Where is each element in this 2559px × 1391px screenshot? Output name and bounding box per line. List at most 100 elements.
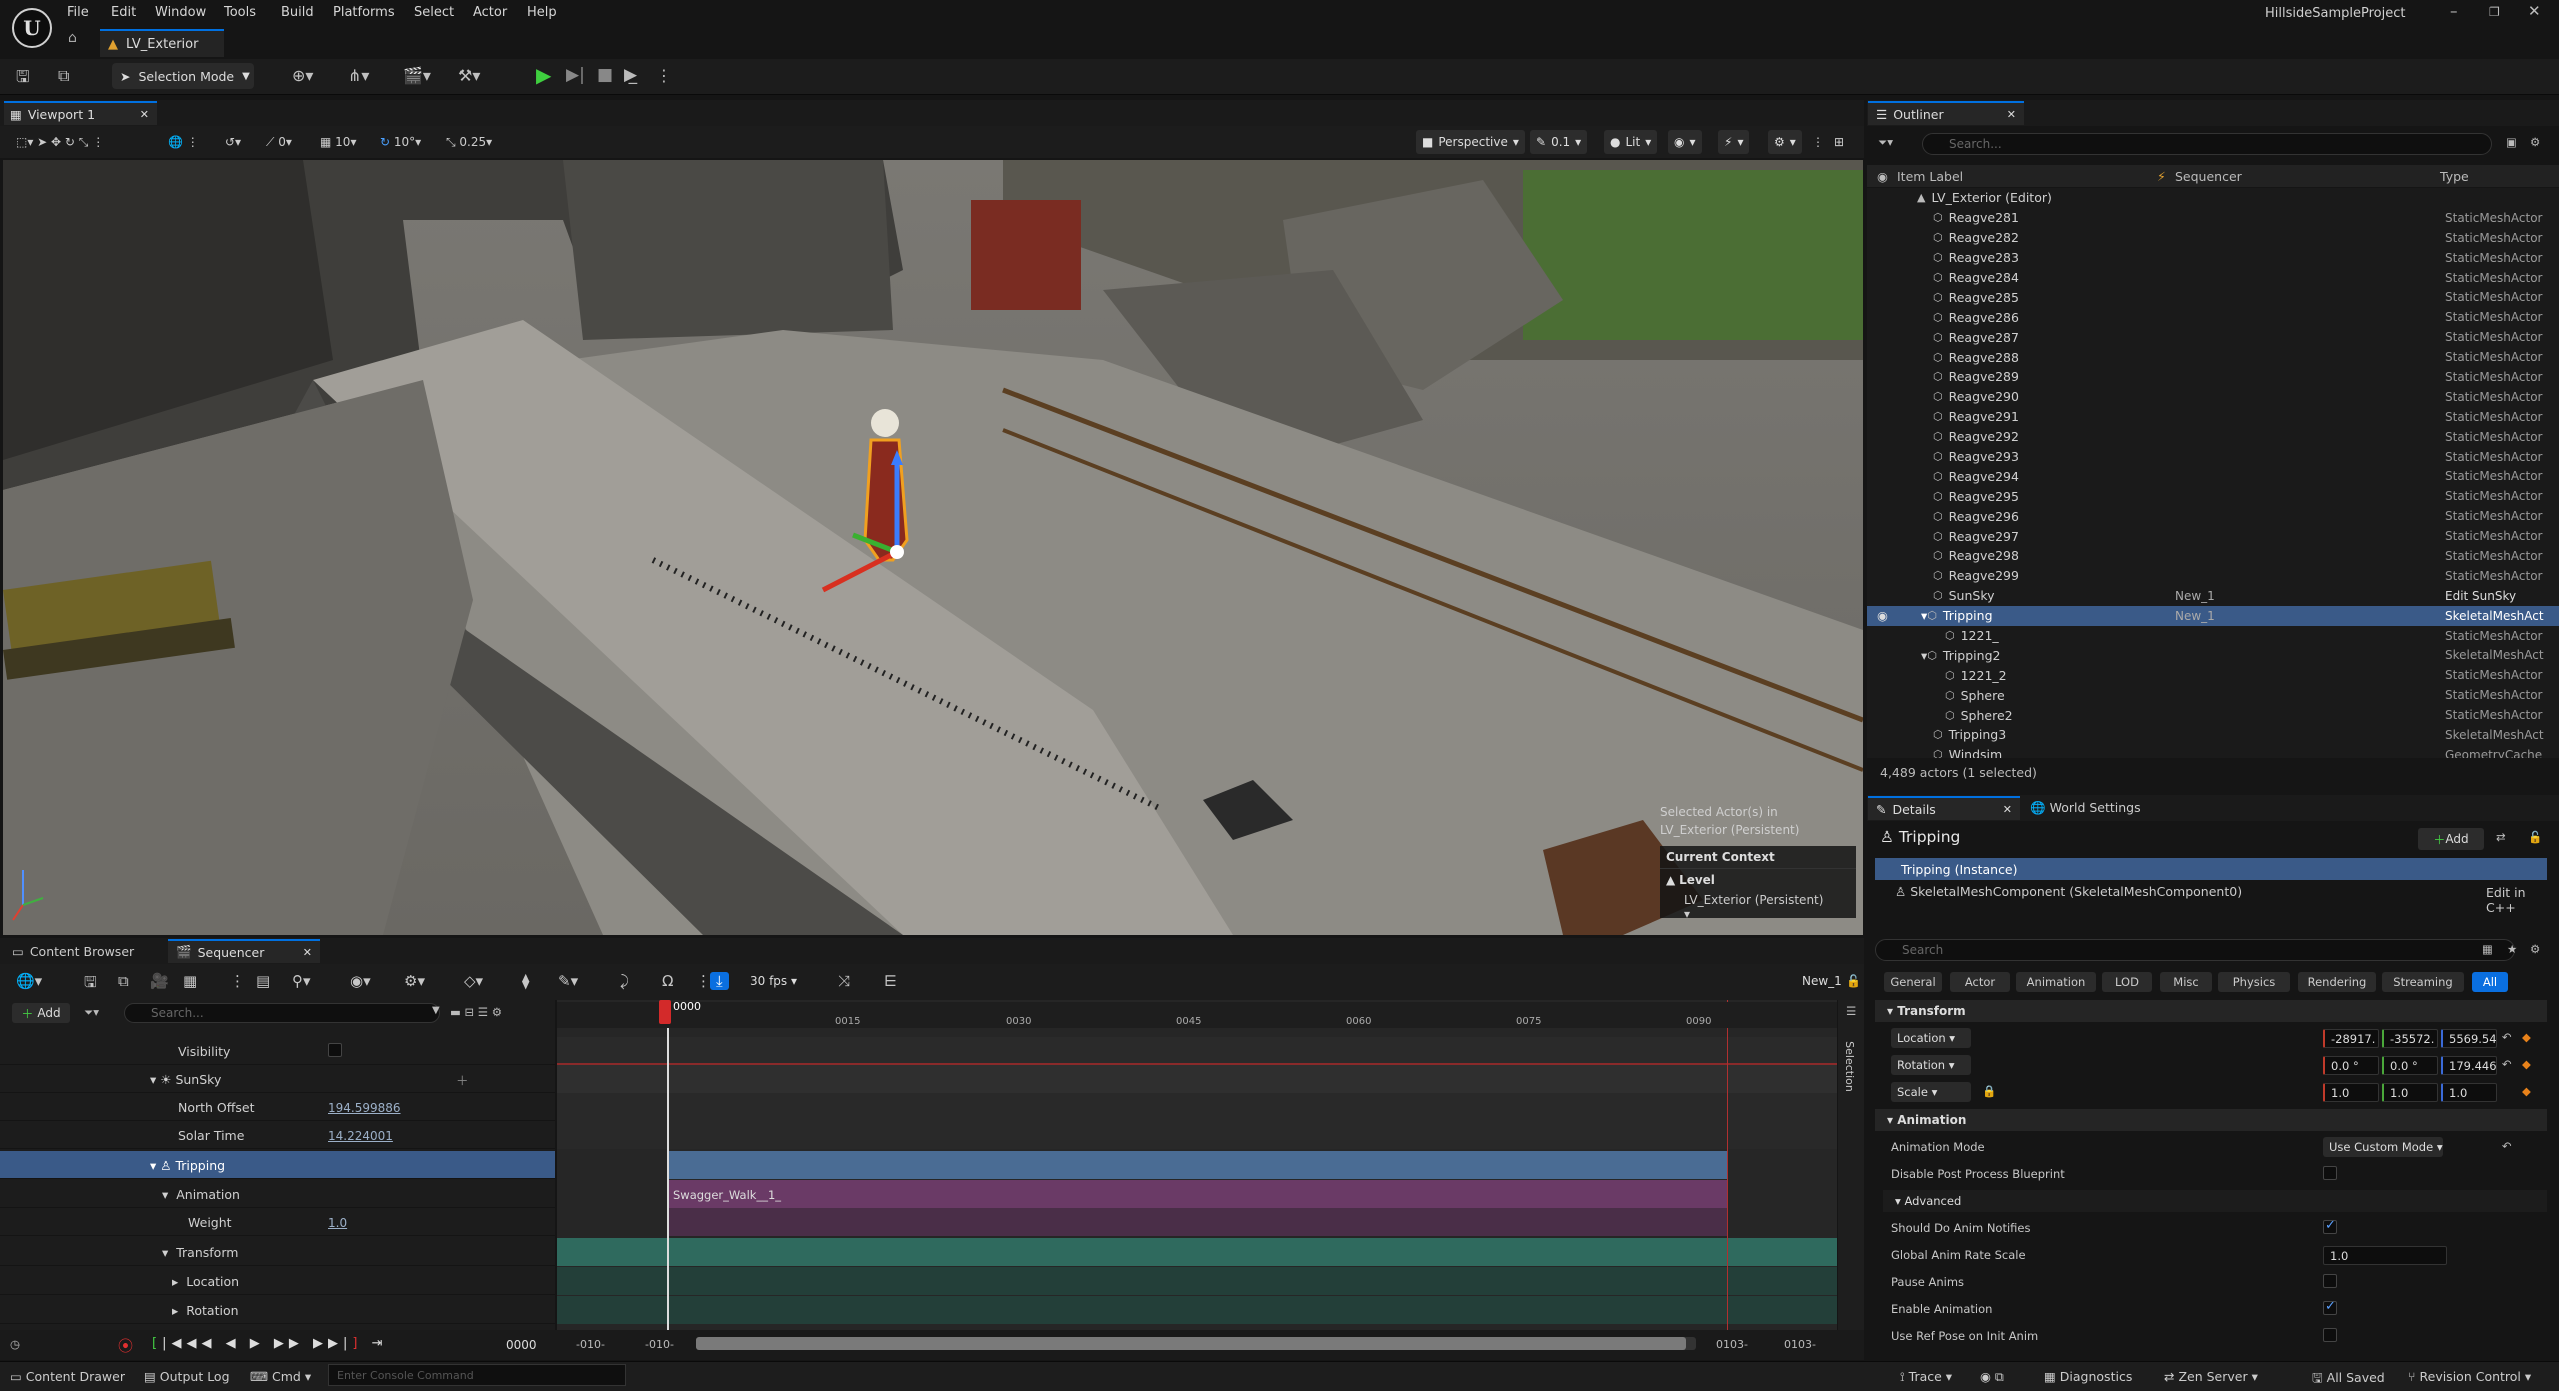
timeline-scrollbar[interactable] xyxy=(696,1337,1696,1350)
outliner-row[interactable]: ▾ ⬡ Tripping2 SkeletalMeshAct xyxy=(1867,645,2559,665)
scalability-dropdown[interactable]: ⚡ ▾ xyxy=(1718,130,1750,154)
weight-value[interactable]: 1.0 xyxy=(328,1216,347,1230)
rotate-snap-toggle[interactable]: ⟋ 0▾ xyxy=(266,135,292,150)
transform-section-header[interactable]: ▾ Transform xyxy=(1875,1000,2547,1022)
outliner-row[interactable]: ⬡ Reagve299 StaticMeshActor xyxy=(1867,566,2559,586)
snap-magnet-icon[interactable]: Ω xyxy=(662,972,673,990)
tab-details[interactable]: ✎ Details ✕ xyxy=(1868,796,2020,820)
context-level-dropdown[interactable]: LV_Exterior (Persistent) ▾ xyxy=(1660,891,1856,923)
settings-dropdown[interactable]: ⚙ ▾ xyxy=(1768,130,1802,154)
filter-streaming[interactable]: Streaming xyxy=(2382,972,2464,992)
playback-start-field[interactable]: -010- xyxy=(645,1338,674,1351)
filter-lod[interactable]: LOD xyxy=(2102,972,2152,992)
keyframe-icon[interactable]: ◆ xyxy=(2522,1057,2531,1071)
key-interp-icon[interactable]: ◇▾ xyxy=(464,972,483,990)
level-viewport[interactable] xyxy=(3,160,1863,935)
camera-speed-dropdown[interactable]: ✎ 0.1 ▾ xyxy=(1530,130,1588,154)
outliner-search-input[interactable]: Search... xyxy=(1922,133,2492,155)
layout-icon[interactable]: ⊞ xyxy=(1834,135,1844,149)
browse-icon[interactable]: ⧉ xyxy=(58,66,69,86)
add-subtrack-icon[interactable]: ＋ xyxy=(456,1070,469,1089)
transform-tools-icon[interactable]: ⬚▾ ➤ ✥ ↻ ⤡ ⋮ xyxy=(16,135,104,150)
outliner-row[interactable]: ⬡ Reagve284 StaticMeshActor xyxy=(1867,268,2559,288)
close-tab-icon[interactable]: ✕ xyxy=(140,108,149,121)
close-window-icon[interactable]: ✕ xyxy=(2528,2,2541,20)
diagnostics-button[interactable]: ▦ Diagnostics xyxy=(2044,1369,2132,1384)
toolbar-more-icon[interactable]: ⋮ xyxy=(696,972,711,990)
save-sequence-icon[interactable]: 🖫 xyxy=(84,972,97,997)
outliner-row[interactable]: ⬡ Reagve293 StaticMeshActor xyxy=(1867,447,2559,467)
tab-outliner[interactable]: ☰ Outliner ✕ xyxy=(1868,101,2024,125)
close-tab-icon[interactable]: ✕ xyxy=(303,946,312,959)
build-icon[interactable]: ⚒▾ xyxy=(458,66,480,85)
track-tripping[interactable]: ▾ ♙ Tripping xyxy=(0,1151,555,1179)
outliner-row[interactable]: ⬡ Windsim GeometryCache xyxy=(1867,745,2559,758)
world-local-icon[interactable]: 🌐 ⋮ xyxy=(168,135,199,149)
outliner-root-row[interactable]: ▲ LV_Exterior (Editor) xyxy=(1867,188,2559,208)
ref-pose-checkbox[interactable] xyxy=(2323,1328,2337,1342)
lighting-dropdown[interactable]: ● Lit ▾ xyxy=(1604,130,1658,154)
menu-actor[interactable]: Actor xyxy=(473,5,507,20)
tab-sequencer[interactable]: 🎬 Sequencer ✕ xyxy=(168,939,320,963)
details-settings-icon[interactable]: ⚙ xyxy=(2530,942,2540,956)
view-start-field[interactable]: -010- xyxy=(576,1338,605,1351)
track-sunsky[interactable]: ▾ ☀ SunSky ＋ xyxy=(0,1065,555,1093)
filter-physics[interactable]: Physics xyxy=(2218,972,2290,992)
tree-view-icon[interactable]: ⋿ xyxy=(884,972,897,990)
console-input[interactable]: Enter Console Command xyxy=(328,1364,626,1386)
scrollbar-thumb[interactable] xyxy=(696,1337,1686,1350)
keyframe-icon[interactable]: ◆ xyxy=(2522,1084,2531,1098)
add-folder-icon[interactable]: ▣ xyxy=(2506,135,2517,149)
column-item-label[interactable]: Item Label xyxy=(1897,169,1963,184)
enable-animation-checkbox[interactable] xyxy=(2323,1299,2337,1315)
scale-lock-icon[interactable]: 🔒 xyxy=(1982,1084,1996,1098)
render-movie-icon[interactable]: 🎥 xyxy=(150,972,169,990)
angle-snap-toggle[interactable]: ↻ 10°▾ xyxy=(380,135,421,149)
outliner-row[interactable]: ⬡ 1221_ StaticMeshActor xyxy=(1867,626,2559,646)
scale-snap-toggle[interactable]: ⤡ 0.25▾ xyxy=(446,135,492,150)
rotation-z-field[interactable]: 179.446 xyxy=(2441,1056,2497,1075)
world-icon[interactable]: 🌐▾ xyxy=(16,972,42,990)
end-marker-line[interactable] xyxy=(1727,1000,1728,1330)
location-z-field[interactable]: 5569.54 xyxy=(2441,1029,2497,1048)
transform-tools-icon[interactable]: ⚲▾ xyxy=(292,972,311,990)
record-icon[interactable]: ⦿ xyxy=(118,1335,133,1356)
component-row[interactable]: ♙ SkeletalMeshComponent (SkeletalMeshCom… xyxy=(1895,884,2242,899)
blueprint-convert-icon[interactable]: ⇄ xyxy=(2496,830,2506,844)
track-location[interactable]: ▸ Location xyxy=(0,1267,555,1295)
scale-dropdown[interactable]: Scale ▾ xyxy=(1891,1082,1971,1102)
rotation-y-field[interactable]: 0.0 ° xyxy=(2382,1056,2438,1075)
filter-rendering[interactable]: Rendering xyxy=(2298,972,2376,992)
scale-x-field[interactable]: 1.0 xyxy=(2323,1083,2379,1102)
outliner-row[interactable]: ⬡ Reagve281 StaticMeshActor xyxy=(1867,208,2559,228)
column-type[interactable]: Type xyxy=(2440,169,2469,184)
lock-icon[interactable]: 🔓 xyxy=(1846,974,1861,988)
pause-anims-checkbox[interactable] xyxy=(2323,1274,2337,1288)
menu-window[interactable]: Window xyxy=(155,5,206,20)
track-north-offset[interactable]: North Offset 194.599886 xyxy=(0,1093,555,1121)
outliner-row[interactable]: ◉ ▾ ⬡ Tripping New_1 SkeletalMeshAct xyxy=(1867,605,2559,626)
rotation-dropdown[interactable]: Rotation ▾ xyxy=(1891,1055,1971,1075)
key-group-icon[interactable]: ⧫ xyxy=(522,972,529,990)
scale-y-field[interactable]: 1.0 xyxy=(2382,1083,2438,1102)
home-icon[interactable]: ⌂ xyxy=(68,30,77,46)
playback-end-field[interactable]: 0103- xyxy=(1716,1338,1748,1351)
viewport-more-icon[interactable]: ⋮ xyxy=(1812,135,1824,149)
outliner-row[interactable]: ⬡ Reagve290 StaticMeshActor xyxy=(1867,387,2559,407)
minimize-icon[interactable]: – xyxy=(2450,2,2458,20)
play-icon[interactable]: ▶ xyxy=(536,63,551,87)
track-visibility[interactable]: Visibility xyxy=(0,1037,555,1065)
outliner-row[interactable]: ⬡ Sphere2 StaticMeshActor xyxy=(1867,705,2559,725)
solar-time-value[interactable]: 14.224001 xyxy=(328,1129,393,1143)
rotation-x-field[interactable]: 0.0 ° xyxy=(2323,1056,2379,1075)
add-actor-icon[interactable]: ⊕▾ xyxy=(292,66,313,85)
add-track-button[interactable]: ＋ Add xyxy=(12,1003,70,1023)
outliner-row[interactable]: ⬡ Reagve285 StaticMeshActor xyxy=(1867,287,2559,307)
actions-icon[interactable]: ⋮ xyxy=(230,972,245,990)
menu-edit[interactable]: Edit xyxy=(111,5,136,20)
outliner-row[interactable]: ⬡ Reagve292 StaticMeshActor xyxy=(1867,427,2559,447)
outliner-row[interactable]: ⬡ Reagve291 StaticMeshActor xyxy=(1867,407,2559,427)
edit-in-cpp-link[interactable]: Edit in C++ xyxy=(2486,885,2559,915)
launch-icon[interactable]: ▶̲ xyxy=(624,65,637,85)
location-x-field[interactable]: -28917. xyxy=(2323,1029,2379,1048)
